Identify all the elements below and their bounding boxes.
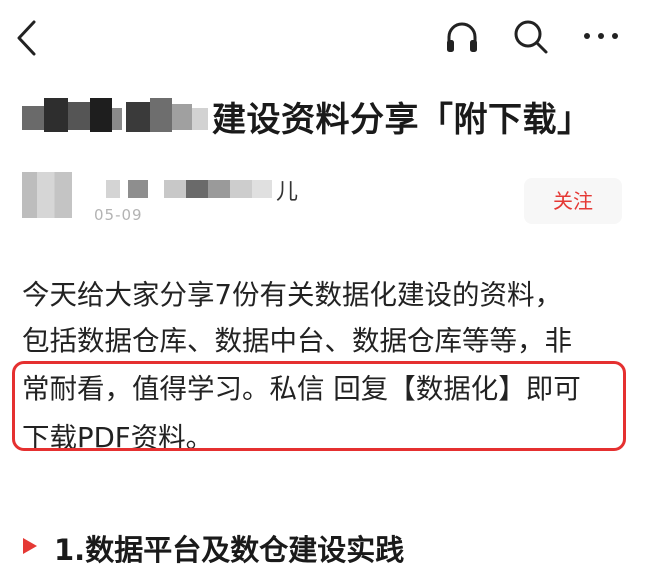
section-heading-text: 1.数据平台及数仓建设实践 [54,533,405,567]
publish-date: 05-09 [94,206,143,224]
author-row: 儿 05-09 关注 [22,170,626,230]
highlight-annotation-box [12,361,626,451]
body-text-line-1: 今天给大家分享7份有关数据化建设的资料， [22,279,562,311]
blurred-title-mosaic [22,94,208,138]
more-horizontal-icon[interactable] [582,23,622,49]
follow-button[interactable]: 关注 [524,178,622,224]
article-title: 建设资料分享「附下载」 [212,100,592,140]
search-icon[interactable] [512,18,550,56]
author-avatar[interactable] [22,172,72,218]
article-title-row: 建设资料分享「附下载」 [22,90,632,144]
triangle-right-icon [23,538,37,554]
author-name-suffix: 儿 [276,180,299,205]
blurred-author-name [106,176,276,200]
headphone-icon[interactable] [444,19,480,55]
top-navigation-bar [0,0,648,76]
chevron-left-icon[interactable] [14,19,40,57]
body-text-line-2: 包括数据仓库、数据中台、数据仓库等等，非 [22,325,572,357]
